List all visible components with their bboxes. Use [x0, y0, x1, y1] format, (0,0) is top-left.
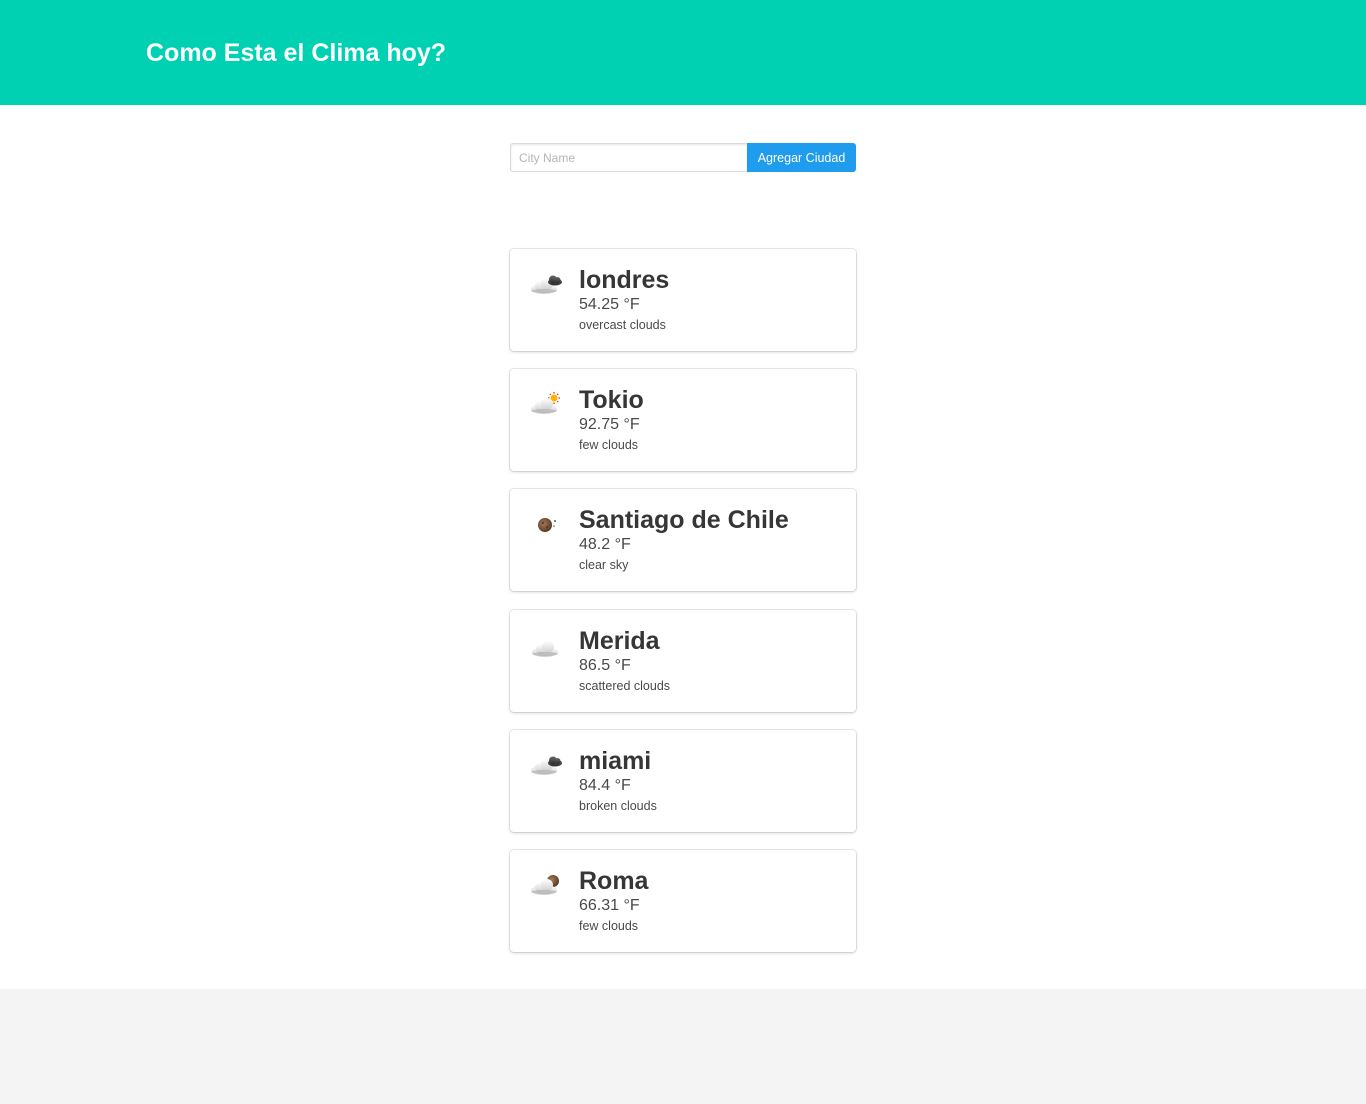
city-name-input[interactable]	[510, 143, 747, 172]
city-weather-card: miami 84.4 °F broken clouds	[510, 729, 856, 832]
city-name: Santiago de Chile	[579, 506, 789, 535]
page-footer	[0, 989, 1366, 1104]
page-header: Como Esta el Clima hoy?	[0, 0, 1366, 105]
city-weather-card: Santiago de Chile 48.2 °F clear sky	[510, 489, 856, 592]
city-temperature: 92.75 °F	[579, 416, 640, 434]
city-temperature: 86.5 °F	[579, 656, 631, 674]
city-weather-card: Roma 66.31 °F few clouds	[510, 849, 856, 952]
add-city-button[interactable]: Agregar Ciudad	[747, 143, 856, 172]
city-weather-list: londres 54.25 °F overcast clouds Tokio 9…	[510, 249, 856, 970]
city-weather-card: londres 54.25 °F overcast clouds	[510, 249, 856, 351]
city-name: Merida	[579, 626, 660, 655]
city-weather-card: Merida 86.5 °F scattered clouds	[510, 609, 856, 712]
weather-description: scattered clouds	[579, 678, 671, 693]
weather-description: clear sky	[579, 558, 629, 573]
weather-description: broken clouds	[579, 798, 657, 813]
city-name: Roma	[579, 866, 649, 895]
weather-description: few clouds	[579, 918, 639, 933]
page-title: Como Esta el Clima hoy?	[146, 39, 447, 67]
main-content: Agregar Ciudad londres 54.25 °F overcast…	[0, 105, 1366, 989]
broken-clouds-icon	[529, 750, 565, 780]
overcast-clouds-icon	[529, 269, 565, 299]
city-temperature: 84.4 °F	[579, 776, 631, 794]
clear-sky-night-icon	[529, 509, 565, 539]
weather-description: few clouds	[579, 438, 639, 453]
few-clouds-night-icon	[529, 870, 565, 900]
city-name: Tokio	[579, 386, 644, 415]
scattered-clouds-icon	[529, 630, 565, 660]
city-weather-card: Tokio 92.75 °F few clouds	[510, 369, 856, 472]
few-clouds-day-icon	[529, 389, 565, 419]
weather-description: overcast clouds	[579, 318, 666, 332]
city-name: miami	[579, 746, 652, 775]
city-temperature: 54.25 °F	[579, 296, 640, 313]
add-city-form: Agregar Ciudad	[510, 143, 856, 172]
city-temperature: 66.31 °F	[579, 896, 640, 914]
city-temperature: 48.2 °F	[579, 536, 631, 554]
city-name: londres	[579, 266, 670, 294]
